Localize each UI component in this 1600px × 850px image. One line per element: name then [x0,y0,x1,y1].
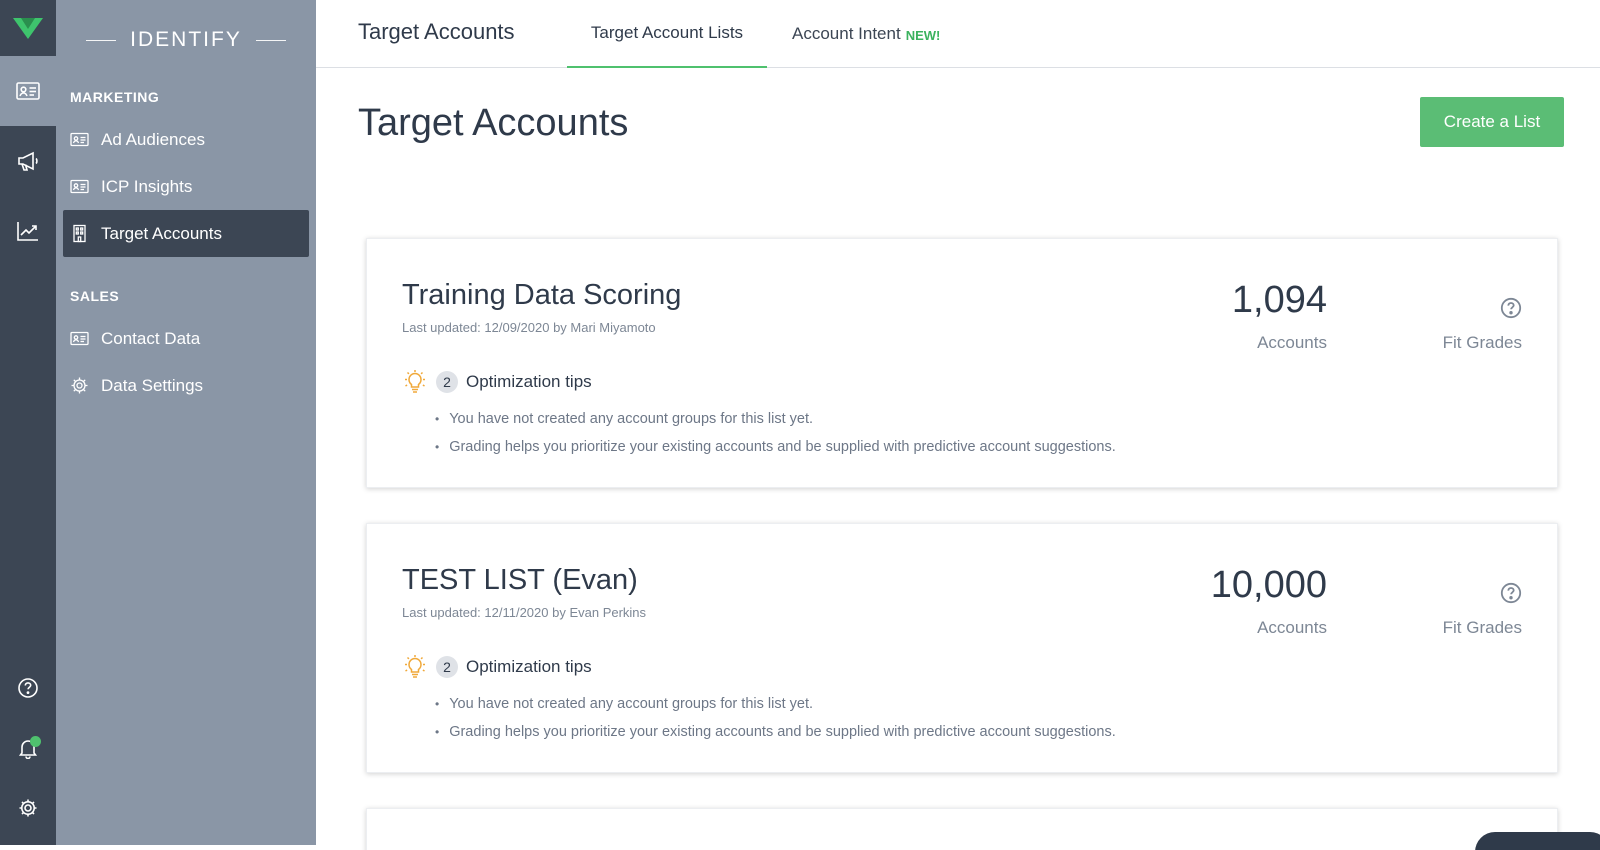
accounts-count: 1,094 [1231,279,1327,321]
tips-count-badge: 2 [436,656,458,678]
list-card[interactable]: TEST LIST (Evan) Last updated: 12/11/202… [366,523,1558,773]
rail-marketing-button[interactable] [0,126,56,196]
fit-grades-label: Fit Grades [1442,333,1522,352]
brand-logo[interactable] [0,0,56,56]
help-icon[interactable] [1500,297,1522,319]
sidebar-item-icp-insights[interactable]: ICP Insights [63,163,309,210]
marketing-section-label: MARKETING [70,89,160,105]
tips-count-badge: 2 [436,371,458,393]
logo-icon [13,18,43,39]
title-divider-left [86,39,117,41]
sidebar-item-target-accounts[interactable]: Target Accounts [63,210,309,257]
rail-analytics-button[interactable] [0,196,56,266]
rail-help-button[interactable] [0,663,56,713]
list-card[interactable]: Training Data Scoring Last updated: 12/0… [366,238,1558,488]
tips-label: Optimization tips [466,372,592,391]
fit-grades-label: Fit Grades [1442,618,1522,637]
tip-item: You have not created any account groups … [435,405,1116,433]
notification-dot [30,736,41,747]
list-name[interactable]: Training Data Scoring [402,279,681,312]
accounts-label: Accounts [1257,618,1327,637]
sidebar-item-label: Contact Data [101,328,201,348]
list-card[interactable] [366,808,1558,850]
sidebar-title: IDENTIFY [56,28,316,52]
tip-item: You have not created any account groups … [435,690,1116,718]
help-icon[interactable] [1500,582,1522,604]
tips-list: You have not created any account groups … [435,405,1116,461]
header-title: Target Accounts [358,19,515,44]
id-card-icon [70,179,89,194]
tips-list: You have not created any account groups … [435,690,1116,746]
gear-icon [71,377,88,394]
icon-rail [0,0,56,845]
sidebar-item-label: Target Accounts [101,223,222,243]
tip-item: Grading helps you prioritize your existi… [435,718,1116,746]
optimization-tips-header[interactable]: 2 Optimization tips [402,654,592,680]
rail-identify-button[interactable] [0,56,56,126]
lightbulb-icon [405,370,425,393]
lightbulb-icon [405,655,425,678]
id-card-icon [70,132,89,147]
list-updated: Last updated: 12/09/2020 by Mari Miyamot… [402,320,656,335]
rail-notifications-button[interactable] [0,723,56,773]
app-root: IDENTIFY MARKETING Ad Audiences ICP Insi… [0,0,1600,850]
page-title: Target Accounts [358,102,629,144]
megaphone-icon [18,151,38,171]
sidebar-title-text: IDENTIFY [130,28,242,51]
title-divider-right [255,39,286,41]
building-icon [73,224,86,243]
list-name[interactable]: TEST LIST (Evan) [402,564,638,597]
optimization-tips-header[interactable]: 2 Optimization tips [402,369,592,395]
rail-settings-button[interactable] [0,783,56,833]
top-header: Target Accounts Target Account Lists Acc… [316,0,1600,68]
tab-account-intent[interactable]: Account Intent NEW! [792,0,940,68]
tips-label: Optimization tips [466,657,592,676]
analytics-chart-icon [17,222,38,241]
create-list-button[interactable]: Create a List [1420,97,1564,147]
settings-gear-icon [19,799,37,817]
sidebar-item-data-settings[interactable]: Data Settings [63,362,309,409]
new-badge: NEW! [905,27,941,43]
tab-target-account-lists[interactable]: Target Account Lists [567,0,767,68]
sales-section-label: SALES [70,288,120,304]
tab-label: Account Intent [792,24,901,43]
id-card-icon [70,331,89,346]
accounts-count: 10,000 [1210,564,1327,606]
sidebar-item-ad-audiences[interactable]: Ad Audiences [63,116,309,163]
tip-item: Grading helps you prioritize your existi… [435,433,1116,461]
sidebar-item-contact-data[interactable]: Contact Data [63,315,309,362]
accounts-label: Accounts [1257,333,1327,352]
sidebar-item-label: ICP Insights [101,176,193,196]
sidebar-item-label: Data Settings [101,375,204,395]
help-icon [18,678,38,698]
sidebar-item-label: Ad Audiences [101,129,205,149]
tab-label: Target Account Lists [590,23,744,42]
identify-sidebar: IDENTIFY MARKETING Ad Audiences ICP Insi… [56,0,316,845]
chat-widget-button[interactable] [1475,832,1600,850]
list-updated: Last updated: 12/11/2020 by Evan Perkins [402,605,647,620]
identify-icon [16,82,40,100]
